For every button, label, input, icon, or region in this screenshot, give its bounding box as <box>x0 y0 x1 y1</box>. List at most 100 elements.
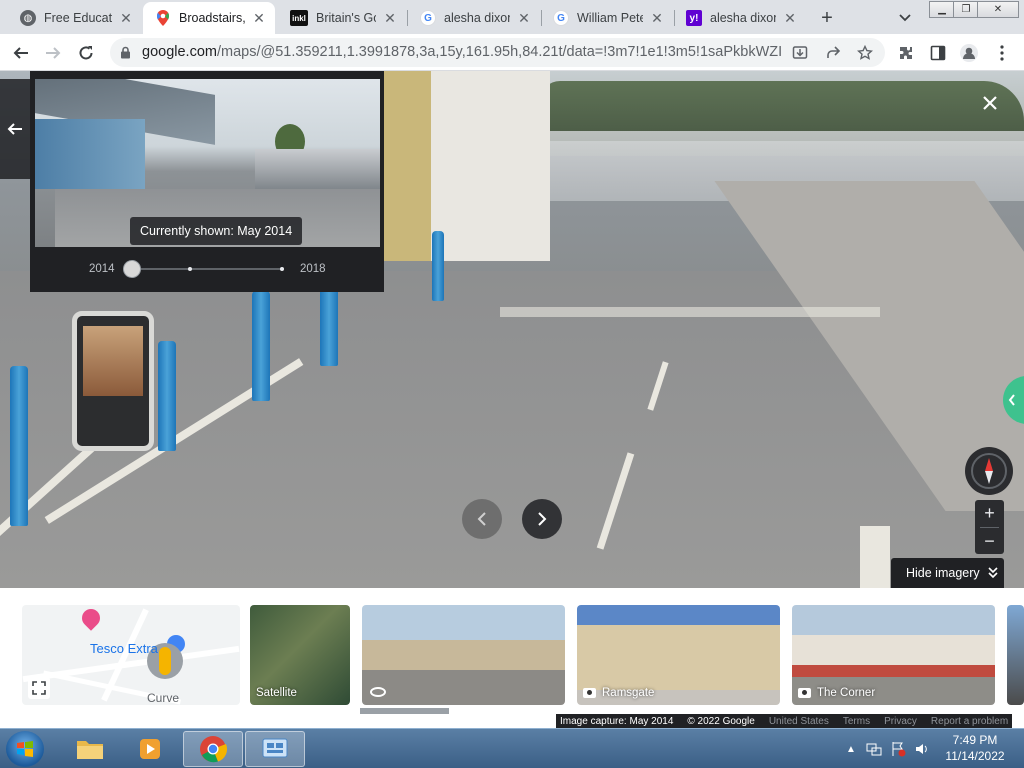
back-button[interactable] <box>8 40 34 66</box>
taskbar-remote-app[interactable] <box>245 731 305 767</box>
next-photo-button[interactable] <box>522 499 562 539</box>
close-street-view-button[interactable] <box>978 91 1002 115</box>
tab-alesha-dixon-yahoo[interactable]: y! alesha dixon ✕ <box>674 2 806 34</box>
show-hidden-icons-button[interactable]: ▲ <box>846 744 856 755</box>
tab-britains-got-talent[interactable]: inkl Britain's Got ✕ <box>278 2 406 34</box>
time-travel-preview[interactable]: Currently shown: May 2014 <box>35 79 380 247</box>
satellite-tile[interactable]: Satellite <box>250 605 350 705</box>
browser-toolbar: google.com/maps/@51.359211,1.3991878,3a,… <box>0 34 1024 71</box>
timeline-tick[interactable] <box>280 267 284 271</box>
expand-map-button[interactable] <box>28 677 50 699</box>
share-icon[interactable] <box>823 43 843 63</box>
chrome-menu-icon[interactable] <box>991 42 1013 64</box>
close-icon[interactable]: ✕ <box>382 10 398 26</box>
hide-imagery-button[interactable]: Hide imagery <box>891 558 1004 588</box>
minimize-button[interactable]: ▁ <box>929 1 955 18</box>
chevron-down-icon <box>899 14 911 22</box>
google-icon: G <box>420 10 436 26</box>
timeline-track[interactable] <box>129 268 284 270</box>
time-travel-panel: Currently shown: May 2014 2014 2018 <box>30 71 384 292</box>
bollard <box>252 291 270 401</box>
currently-shown-caption: Currently shown: May 2014 <box>130 217 303 245</box>
window-close-button[interactable]: ✕ <box>977 1 1019 18</box>
action-center-flag-icon[interactable] <box>890 741 906 757</box>
tab-free-education[interactable]: ◍ Free Educatio ✕ <box>8 2 142 34</box>
close-icon[interactable]: ✕ <box>118 10 134 26</box>
profile-avatar-icon[interactable] <box>958 42 980 64</box>
address-bar[interactable]: google.com/maps/@51.359211,1.3991878,3a,… <box>110 38 885 67</box>
map-label-curve: Curve <box>147 691 180 705</box>
windows-taskbar: ▲ 7:49 PM 11/14/2022 <box>0 728 1024 768</box>
media-player-icon <box>140 739 160 759</box>
chevron-left-icon <box>1008 394 1015 406</box>
footer-link-united-states[interactable]: United States <box>769 716 829 727</box>
bookmark-star-icon[interactable] <box>855 43 875 63</box>
zoom-control: + − <box>975 500 1004 554</box>
side-panel-icon[interactable] <box>927 42 949 64</box>
tab-william-peter[interactable]: G William Pete ✕ <box>541 2 673 34</box>
road-marking <box>860 526 890 588</box>
bollard <box>10 366 28 526</box>
imagery-strip-scrollbar[interactable] <box>360 708 449 714</box>
taskbar-clock[interactable]: 7:49 PM 11/14/2022 <box>940 732 1010 764</box>
photo-sphere-tile[interactable] <box>362 605 565 705</box>
tile-label-text: The Corner <box>817 687 876 699</box>
360-rotate-icon <box>370 687 386 697</box>
reload-icon <box>79 46 93 60</box>
zoom-in-button[interactable]: + <box>975 500 1004 527</box>
fullscreen-icon <box>32 681 46 695</box>
timeline-tick[interactable] <box>188 267 192 271</box>
close-icon[interactable]: ✕ <box>649 10 665 26</box>
restore-button[interactable]: ❐ <box>953 1 979 18</box>
back-to-map-button[interactable] <box>0 79 30 179</box>
tab-search-button[interactable] <box>894 7 916 29</box>
compass-button[interactable] <box>965 447 1013 495</box>
globe-icon: ◍ <box>20 10 36 26</box>
footer-link-terms[interactable]: Terms <box>843 716 870 727</box>
windows-logo-icon <box>17 741 33 757</box>
arrow-left-icon <box>7 123 22 135</box>
taskbar-chrome[interactable] <box>183 731 243 767</box>
street-view-panorama[interactable]: Currently shown: May 2014 2014 2018 + − … <box>0 71 1024 588</box>
footer-link-report-problem[interactable]: Report a problem <box>931 716 1008 727</box>
folder-icon <box>77 741 103 759</box>
tab-alesha-dixon-google[interactable]: G alesha dixon ✕ <box>408 2 540 34</box>
extensions-puzzle-icon[interactable] <box>895 42 917 64</box>
google-icon: G <box>553 10 569 26</box>
timeline-start-year: 2014 <box>89 263 115 275</box>
zoom-out-button[interactable]: − <box>975 528 1004 555</box>
footer-link-privacy[interactable]: Privacy <box>884 716 917 727</box>
partial-tile[interactable] <box>1007 605 1024 705</box>
new-tab-button[interactable]: + <box>815 6 839 30</box>
map-label-tesco: Tesco Extra <box>90 641 158 656</box>
taskbar-media-player[interactable] <box>120 731 180 767</box>
reload-button[interactable] <box>73 40 99 66</box>
hotel-pin-icon[interactable] <box>78 605 104 631</box>
bollard <box>432 231 444 301</box>
arrow-left-icon <box>13 47 28 59</box>
previous-photo-button[interactable] <box>462 499 502 539</box>
start-button[interactable] <box>6 731 44 767</box>
camera-icon <box>583 688 596 698</box>
close-icon[interactable]: ✕ <box>516 10 532 26</box>
forward-button[interactable] <box>40 40 66 66</box>
the-corner-tile[interactable]: The Corner <box>792 605 995 705</box>
compass-icon <box>971 453 1007 489</box>
system-tray: ▲ <box>846 729 930 768</box>
mini-map[interactable]: Tesco Extra Curve <box>22 605 240 705</box>
taskbar-file-explorer[interactable] <box>60 731 120 767</box>
close-icon <box>983 96 997 110</box>
double-chevron-down-icon <box>988 567 998 579</box>
network-icon[interactable] <box>866 741 882 757</box>
tab-broadstairs[interactable]: Broadstairs, U ✕ <box>143 2 275 34</box>
inkl-icon: inkl <box>290 10 308 26</box>
tile-label-text: Ramsgate <box>602 687 655 699</box>
close-icon[interactable]: ✕ <box>782 10 798 26</box>
timeline-slider-handle[interactable] <box>123 260 141 278</box>
install-icon[interactable] <box>790 43 810 63</box>
ramsgate-tile[interactable]: Ramsgate <box>577 605 780 705</box>
imagery-strip: Tesco Extra Curve Satellite Ramsgate The… <box>0 588 1024 728</box>
close-icon[interactable]: ✕ <box>251 10 267 26</box>
lock-icon <box>120 46 131 62</box>
volume-icon[interactable] <box>914 741 930 757</box>
